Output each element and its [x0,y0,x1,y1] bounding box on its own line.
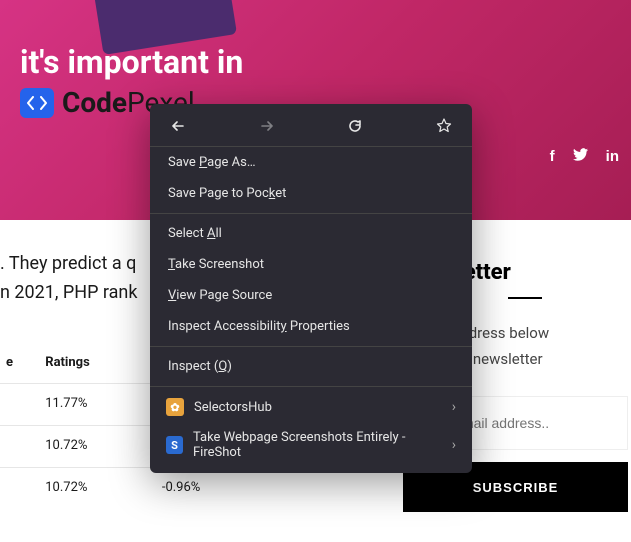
extension-icon: ✿ [166,398,184,416]
th-0: e [0,343,39,384]
cm-pre: Inspect Accessibilit [168,319,281,334]
table-row: 10.72% -0.96% [0,467,260,508]
context-menu-item[interactable]: Select All [150,218,472,249]
cell: -0.96% [156,467,260,508]
context-menu: Save Page As…Save Page to PocketSelect A… [150,104,472,473]
context-menu-item[interactable]: Inspect Accessibility Properties [150,311,472,342]
cm-post: ake Screenshot [175,257,264,272]
context-menu-extension[interactable]: S Take Webpage Screenshots Entirely - Fir… [150,423,472,467]
context-menu-item[interactable]: Inspect (Q) [150,351,472,382]
cm-pre: Save [168,155,199,170]
cm-post: et [275,186,286,201]
cell: 11.77% [39,384,156,426]
code-icon [20,88,54,118]
th-1: Ratings [39,343,156,384]
extension-label: SelectorsHub [194,400,272,415]
context-menu-separator [150,386,472,387]
facebook-icon[interactable]: f [550,148,555,165]
chevron-right-icon: › [452,437,456,453]
cell: 10.72% [39,426,156,468]
context-menu-item[interactable]: Save Page As… [150,147,472,178]
context-menu-separator [150,213,472,214]
cell [0,426,39,468]
extension-icon: S [166,436,183,454]
cm-underline: Q [218,359,227,374]
context-menu-item[interactable]: Take Screenshot [150,249,472,280]
cm-pre: Select [168,226,207,241]
back-icon[interactable] [168,116,188,136]
cm-post: iew Page Source [176,288,272,303]
cm-underline: T [168,257,175,272]
cell [0,384,39,426]
chevron-right-icon: › [452,399,456,415]
cm-underline: P [199,155,207,170]
reload-icon[interactable] [345,116,365,136]
cm-post: age As… [207,155,255,170]
cm-post: ) [227,359,232,374]
cm-pre: Save Page to Poc [168,186,269,201]
cell: 10.72% [39,467,156,508]
cell [0,467,39,508]
cm-post: Properties [287,319,350,334]
title-divider [508,297,542,299]
cm-post: ll [215,226,221,241]
context-menu-separator [150,346,472,347]
social-links: f in [550,148,619,165]
article-line2: n 2021, PHP rank [0,282,138,303]
context-menu-item[interactable]: Save Page to Pocket [150,178,472,209]
context-menu-item[interactable]: View Page Source [150,280,472,311]
twitter-icon[interactable] [573,148,588,165]
bookmark-star-icon[interactable] [434,116,454,136]
cm-pre: Inspect ( [168,359,218,374]
brand-bold: Code [62,86,127,119]
forward-icon[interactable] [257,116,277,136]
context-menu-nav [150,110,472,147]
linkedin-icon[interactable]: in [606,148,619,165]
context-menu-extension[interactable]: ✿ SelectorsHub › [150,391,472,423]
extension-label: Take Webpage Screenshots Entirely - Fire… [193,430,442,460]
article-line1: . They predict a q [0,253,136,274]
